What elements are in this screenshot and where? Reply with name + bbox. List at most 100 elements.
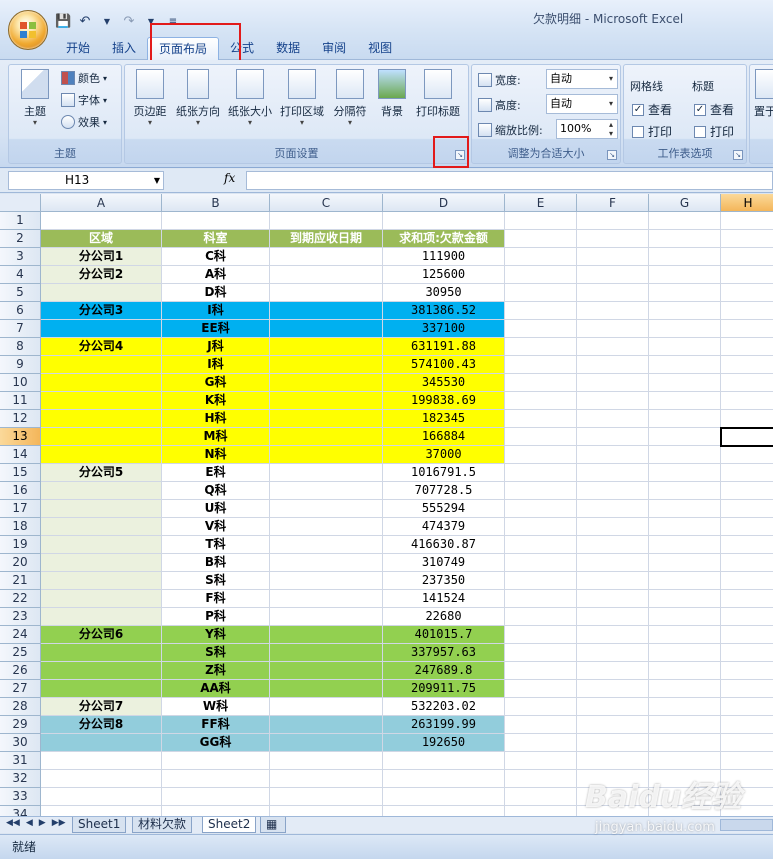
dept-cell[interactable]: V科 bbox=[162, 518, 270, 536]
empty-cell[interactable] bbox=[721, 338, 773, 356]
empty-cell[interactable] bbox=[649, 212, 721, 230]
region-cell[interactable] bbox=[41, 482, 162, 500]
empty-cell[interactable] bbox=[649, 806, 721, 816]
row-header[interactable]: 31 bbox=[0, 752, 41, 770]
empty-cell[interactable] bbox=[649, 644, 721, 662]
row-header[interactable]: 13 bbox=[0, 428, 41, 446]
empty-cell[interactable] bbox=[383, 752, 505, 770]
amount-cell[interactable]: 30950 bbox=[383, 284, 505, 302]
region-cell[interactable]: 分公司7 bbox=[41, 698, 162, 716]
background-button[interactable]: 背景 bbox=[367, 69, 417, 129]
amount-cell[interactable]: 199838.69 bbox=[383, 392, 505, 410]
region-cell[interactable]: 分公司8 bbox=[41, 716, 162, 734]
empty-cell[interactable] bbox=[649, 248, 721, 266]
row-header[interactable]: 21 bbox=[0, 572, 41, 590]
row-header[interactable]: 5 bbox=[0, 284, 41, 302]
dept-cell[interactable]: F科 bbox=[162, 590, 270, 608]
region-cell[interactable] bbox=[41, 428, 162, 446]
amount-cell[interactable]: 474379 bbox=[383, 518, 505, 536]
bring-forward-button[interactable]: 置于 bbox=[752, 69, 773, 129]
scale-launcher-icon[interactable]: ↘ bbox=[607, 150, 617, 160]
row-header[interactable]: 27 bbox=[0, 680, 41, 698]
empty-cell[interactable] bbox=[649, 230, 721, 248]
amount-cell[interactable]: 532203.02 bbox=[383, 698, 505, 716]
empty-cell[interactable] bbox=[721, 770, 773, 788]
row-header[interactable]: 28 bbox=[0, 698, 41, 716]
sheet-tab-materials[interactable]: 材料欠款 bbox=[132, 817, 193, 833]
row-header[interactable]: 8 bbox=[0, 338, 41, 356]
empty-cell[interactable] bbox=[270, 212, 383, 230]
table-header-cell[interactable]: 科室 bbox=[162, 230, 270, 248]
row-header[interactable]: 25 bbox=[0, 644, 41, 662]
dept-cell[interactable]: Q科 bbox=[162, 482, 270, 500]
amount-cell[interactable]: 247689.8 bbox=[383, 662, 505, 680]
column-header[interactable]: B bbox=[162, 194, 270, 212]
amount-cell[interactable]: 574100.43 bbox=[383, 356, 505, 374]
first-sheet-icon[interactable]: ◀◀ bbox=[6, 818, 20, 828]
empty-cell[interactable] bbox=[505, 302, 577, 320]
worksheet-grid[interactable]: A B C D E F G H 1 2 3 4 5 6 7 8 9 10 11 12 13 14 15 16 17 18 19 20 2… bbox=[0, 194, 773, 816]
row-header[interactable]: 1 bbox=[0, 212, 41, 230]
dept-cell[interactable]: W科 bbox=[162, 698, 270, 716]
empty-cell[interactable] bbox=[41, 752, 162, 770]
empty-cell[interactable] bbox=[721, 248, 773, 266]
print-titles-button[interactable]: 打印标题 bbox=[413, 69, 463, 129]
empty-cell[interactable] bbox=[270, 806, 383, 816]
row-header[interactable]: 23 bbox=[0, 608, 41, 626]
row-header[interactable]: 20 bbox=[0, 554, 41, 572]
empty-cell[interactable] bbox=[577, 500, 649, 518]
amount-cell[interactable]: 381386.52 bbox=[383, 302, 505, 320]
region-cell[interactable] bbox=[41, 284, 162, 302]
due-date-cell[interactable] bbox=[270, 248, 383, 266]
last-sheet-icon[interactable]: ▶▶ bbox=[52, 818, 66, 828]
row-header[interactable]: 2 bbox=[0, 230, 41, 248]
redo-icon[interactable]: ↷ bbox=[121, 14, 137, 30]
amount-cell[interactable]: 401015.7 bbox=[383, 626, 505, 644]
due-date-cell[interactable] bbox=[270, 590, 383, 608]
region-cell[interactable]: 分公司5 bbox=[41, 464, 162, 482]
empty-cell[interactable] bbox=[577, 788, 649, 806]
empty-cell[interactable] bbox=[577, 320, 649, 338]
region-cell[interactable] bbox=[41, 320, 162, 338]
empty-cell[interactable] bbox=[270, 770, 383, 788]
empty-cell[interactable] bbox=[577, 248, 649, 266]
empty-cell[interactable] bbox=[577, 734, 649, 752]
empty-cell[interactable] bbox=[721, 716, 773, 734]
empty-cell[interactable] bbox=[649, 734, 721, 752]
dept-cell[interactable]: D科 bbox=[162, 284, 270, 302]
due-date-cell[interactable] bbox=[270, 734, 383, 752]
tab-data[interactable]: 数据 bbox=[265, 37, 311, 60]
column-header[interactable]: G bbox=[649, 194, 721, 212]
empty-cell[interactable] bbox=[505, 230, 577, 248]
empty-cell[interactable] bbox=[505, 716, 577, 734]
row-header[interactable]: 29 bbox=[0, 716, 41, 734]
tab-page-layout[interactable]: 页面布局 bbox=[147, 37, 220, 60]
due-date-cell[interactable] bbox=[270, 554, 383, 572]
empty-cell[interactable] bbox=[721, 356, 773, 374]
empty-cell[interactable] bbox=[505, 374, 577, 392]
empty-cell[interactable] bbox=[577, 230, 649, 248]
headings-print-checkbox[interactable]: 打印 bbox=[694, 123, 734, 140]
empty-cell[interactable] bbox=[577, 446, 649, 464]
column-header[interactable]: C bbox=[270, 194, 383, 212]
empty-cell[interactable] bbox=[721, 608, 773, 626]
due-date-cell[interactable] bbox=[270, 410, 383, 428]
region-cell[interactable]: 分公司4 bbox=[41, 338, 162, 356]
empty-cell[interactable] bbox=[721, 680, 773, 698]
column-header[interactable]: H bbox=[721, 194, 773, 212]
dept-cell[interactable]: I科 bbox=[162, 356, 270, 374]
empty-cell[interactable] bbox=[383, 788, 505, 806]
amount-cell[interactable]: 192650 bbox=[383, 734, 505, 752]
office-button[interactable] bbox=[8, 10, 48, 50]
empty-cell[interactable] bbox=[577, 374, 649, 392]
dept-cell[interactable]: EE科 bbox=[162, 320, 270, 338]
insert-sheet-icon[interactable]: ▦ bbox=[260, 817, 286, 833]
region-cell[interactable] bbox=[41, 680, 162, 698]
empty-cell[interactable] bbox=[649, 338, 721, 356]
amount-cell[interactable]: 310749 bbox=[383, 554, 505, 572]
empty-cell[interactable] bbox=[505, 320, 577, 338]
empty-cell[interactable] bbox=[721, 536, 773, 554]
select-all-corner[interactable] bbox=[0, 194, 41, 212]
empty-cell[interactable] bbox=[505, 644, 577, 662]
orientation-button[interactable]: 纸张方向 ▾ bbox=[173, 69, 223, 129]
